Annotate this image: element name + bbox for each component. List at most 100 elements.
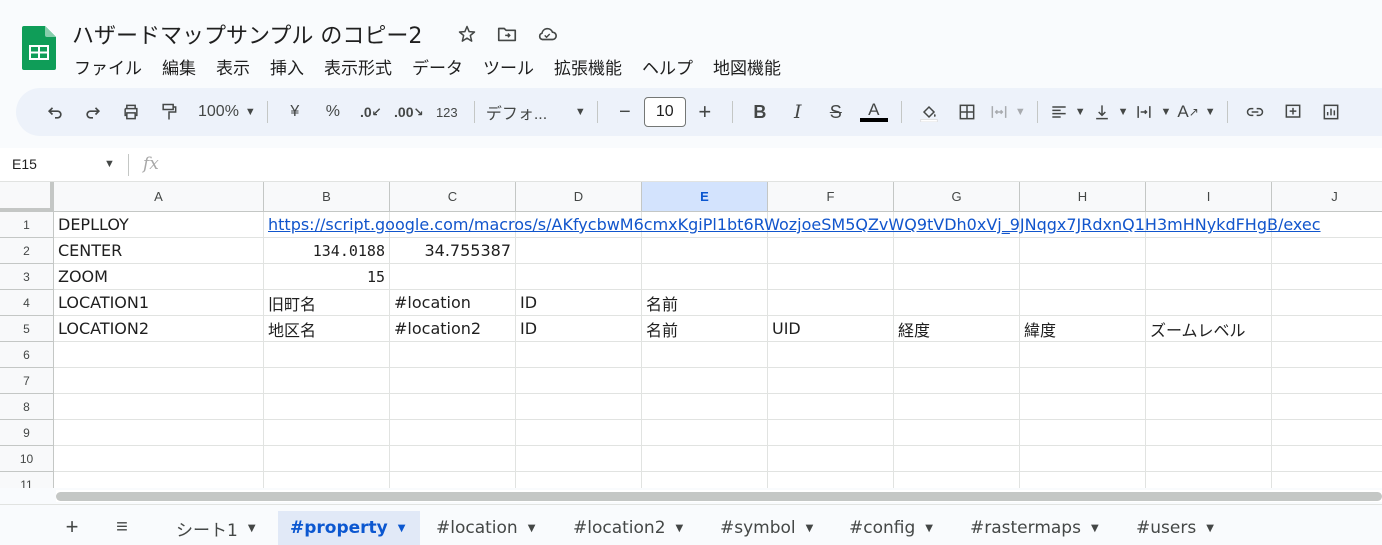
- undo-icon[interactable]: [39, 96, 71, 128]
- chevron-down-icon[interactable]: ▼: [1206, 523, 1214, 534]
- column-header-c[interactable]: C: [390, 182, 516, 212]
- cell-d2[interactable]: [516, 238, 642, 264]
- cell-c5[interactable]: #location2: [390, 316, 516, 342]
- row-header-10[interactable]: 10: [0, 446, 54, 472]
- cell-j5[interactable]: [1272, 316, 1382, 342]
- decrease-decimal-button[interactable]: .0 ↙: [355, 96, 387, 128]
- more-formats-button[interactable]: 123: [431, 96, 463, 128]
- menu-tools[interactable]: ツール: [473, 52, 544, 81]
- move-folder-icon[interactable]: [495, 22, 519, 46]
- row-header-3[interactable]: 3: [0, 264, 54, 290]
- star-icon[interactable]: [455, 22, 479, 46]
- cell-h7[interactable]: [1020, 368, 1146, 394]
- cell-b8[interactable]: [264, 394, 390, 420]
- cell-h5[interactable]: 緯度: [1020, 316, 1146, 342]
- column-header-g[interactable]: G: [894, 182, 1020, 212]
- cell-f4[interactable]: [768, 290, 894, 316]
- cell-f6[interactable]: [768, 342, 894, 368]
- cell-g8[interactable]: [894, 394, 1020, 420]
- scrollbar-thumb[interactable]: [56, 492, 1382, 501]
- cell-e4[interactable]: 名前: [642, 290, 768, 316]
- cell-a10[interactable]: [54, 446, 264, 472]
- paint-format-icon[interactable]: [153, 96, 185, 128]
- cell-c7[interactable]: [390, 368, 516, 394]
- menu-format[interactable]: 表示形式: [314, 52, 402, 81]
- cell-c8[interactable]: [390, 394, 516, 420]
- cell-f2[interactable]: [768, 238, 894, 264]
- cell-f7[interactable]: [768, 368, 894, 394]
- horizontal-scrollbar[interactable]: [56, 490, 1382, 502]
- insert-chart-icon[interactable]: [1315, 96, 1347, 128]
- cell-a3[interactable]: ZOOM: [54, 264, 264, 290]
- row-header-5[interactable]: 5: [0, 316, 54, 342]
- cell-a2[interactable]: CENTER: [54, 238, 264, 264]
- menu-view[interactable]: 表示: [206, 52, 260, 81]
- cell-e9[interactable]: [642, 420, 768, 446]
- cell-h11[interactable]: [1020, 472, 1146, 488]
- cell-f11[interactable]: [768, 472, 894, 488]
- row-header-2[interactable]: 2: [0, 238, 54, 264]
- cell-b4[interactable]: 旧町名: [264, 290, 390, 316]
- menu-edit[interactable]: 編集: [152, 52, 206, 81]
- cell-g5[interactable]: 経度: [894, 316, 1020, 342]
- cell-e11[interactable]: [642, 472, 768, 488]
- cell-e6[interactable]: [642, 342, 768, 368]
- sheets-logo-icon[interactable]: [22, 26, 56, 70]
- sheet-tab-1[interactable]: シート1 ▼: [164, 511, 268, 545]
- cell-d7[interactable]: [516, 368, 642, 394]
- chevron-down-icon[interactable]: ▼: [1091, 523, 1099, 534]
- cell-b3[interactable]: 15: [264, 264, 390, 290]
- row-header-1[interactable]: 1: [0, 212, 54, 238]
- cell-h6[interactable]: [1020, 342, 1146, 368]
- cell-e2[interactable]: [642, 238, 768, 264]
- cell-h10[interactable]: [1020, 446, 1146, 472]
- column-header-a[interactable]: A: [54, 182, 264, 212]
- cell-c11[interactable]: [390, 472, 516, 488]
- cell-g9[interactable]: [894, 420, 1020, 446]
- cell-c6[interactable]: [390, 342, 516, 368]
- horizontal-align-icon[interactable]: ▼: [1049, 96, 1086, 128]
- cell-d5[interactable]: ID: [516, 316, 642, 342]
- cell-i9[interactable]: [1146, 420, 1272, 446]
- cell-j11[interactable]: [1272, 472, 1382, 488]
- cell-d3[interactable]: [516, 264, 642, 290]
- cell-a5[interactable]: LOCATION2: [54, 316, 264, 342]
- redo-icon[interactable]: [77, 96, 109, 128]
- cell-c2[interactable]: 34.755387: [390, 238, 516, 264]
- insert-link-icon[interactable]: [1239, 96, 1271, 128]
- cell-h2[interactable]: [1020, 238, 1146, 264]
- cell-h3[interactable]: [1020, 264, 1146, 290]
- cell-c3[interactable]: [390, 264, 516, 290]
- cell-f9[interactable]: [768, 420, 894, 446]
- name-box[interactable]: E15: [12, 156, 37, 172]
- select-all-corner[interactable]: [0, 182, 54, 212]
- increase-font-size-button[interactable]: +: [689, 96, 721, 128]
- menu-extensions[interactable]: 拡張機能: [544, 52, 632, 81]
- cell-i7[interactable]: [1146, 368, 1272, 394]
- cell-d10[interactable]: [516, 446, 642, 472]
- spreadsheet-grid[interactable]: ABCDEFGHIJ 1 2 3 4 5 6 7 8 9 10 11 DEPLLOY https://…: [0, 182, 1382, 488]
- cell-g3[interactable]: [894, 264, 1020, 290]
- cell-f10[interactable]: [768, 446, 894, 472]
- sheet-tab-8[interactable]: #users ▼: [1124, 511, 1222, 545]
- row-header-11[interactable]: 11: [0, 472, 54, 488]
- cell-b7[interactable]: [264, 368, 390, 394]
- cell-a4[interactable]: LOCATION1: [54, 290, 264, 316]
- row-header-6[interactable]: 6: [0, 342, 54, 368]
- font-select[interactable]: デフォ... ▼: [486, 96, 586, 128]
- cell-g11[interactable]: [894, 472, 1020, 488]
- cloud-status-icon[interactable]: [535, 22, 559, 46]
- cell-e8[interactable]: [642, 394, 768, 420]
- cell-f3[interactable]: [768, 264, 894, 290]
- cell-d11[interactable]: [516, 472, 642, 488]
- text-color-icon[interactable]: A: [858, 96, 890, 128]
- menu-data[interactable]: データ: [402, 52, 473, 81]
- italic-icon[interactable]: I: [782, 96, 814, 128]
- sheet-tab-5[interactable]: #symbol ▼: [708, 511, 830, 545]
- cell-b5[interactable]: 地区名: [264, 316, 390, 342]
- cell-a1[interactable]: DEPLLOY: [54, 212, 264, 238]
- cell-i6[interactable]: [1146, 342, 1272, 368]
- cell-j10[interactable]: [1272, 446, 1382, 472]
- cell-b10[interactable]: [264, 446, 390, 472]
- cell-b11[interactable]: [264, 472, 390, 488]
